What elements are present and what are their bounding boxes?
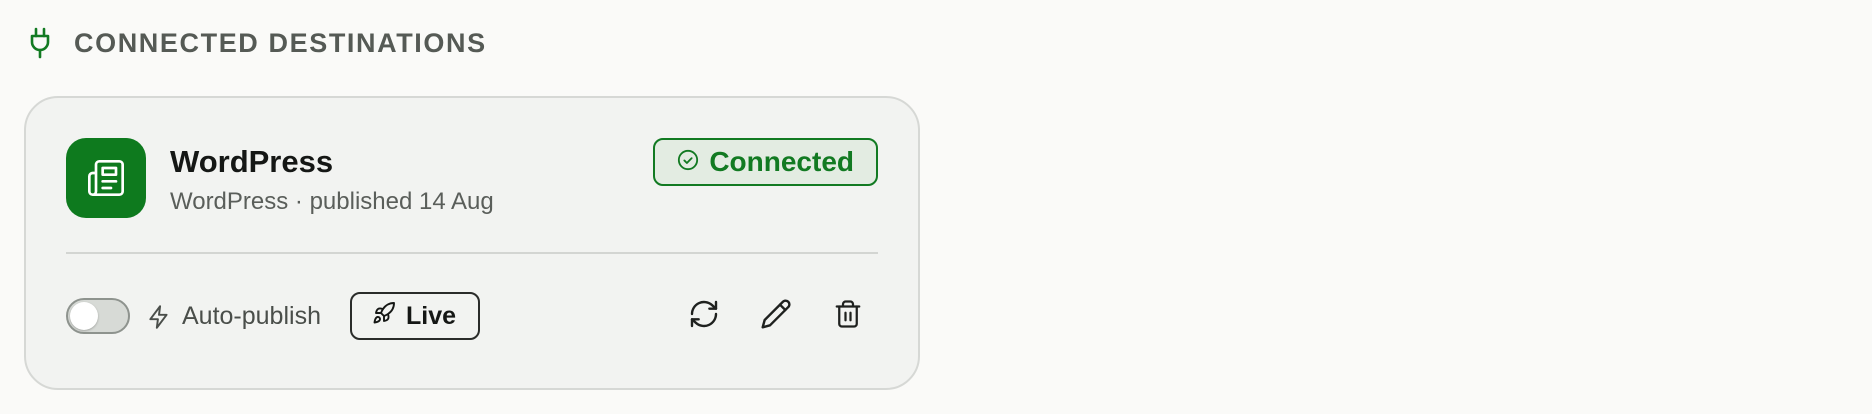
lightning-icon — [146, 302, 174, 332]
refresh-button[interactable] — [684, 296, 724, 336]
edit-button[interactable] — [756, 296, 796, 336]
toggle-knob — [70, 302, 98, 330]
divider — [66, 252, 878, 254]
auto-publish-label: Auto-publish — [182, 302, 321, 330]
pencil-icon — [760, 298, 792, 335]
check-circle-icon — [677, 146, 699, 178]
destination-card: WordPress WordPress · published 14 Aug C… — [24, 96, 920, 390]
live-label: Live — [406, 301, 457, 330]
status-label: Connected — [709, 146, 854, 177]
auto-publish-toggle[interactable] — [66, 298, 130, 334]
plug-icon — [28, 26, 52, 60]
refresh-icon — [688, 298, 720, 335]
destination-meta: WordPress · published 14 Aug — [170, 188, 494, 215]
destination-header: WordPress WordPress · published 14 Aug C… — [66, 138, 878, 218]
section-title: CONNECTED DESTINATIONS — [74, 27, 487, 58]
trash-icon — [833, 298, 863, 335]
destination-controls: Auto-publish Live — [66, 292, 878, 342]
delete-button[interactable] — [828, 296, 868, 336]
newspaper-icon — [66, 138, 146, 218]
status-badge: Connected — [653, 138, 878, 186]
destination-name: WordPress — [170, 144, 334, 179]
live-button[interactable]: Live — [350, 292, 481, 340]
section-header: CONNECTED DESTINATIONS — [28, 26, 487, 60]
rocket-icon — [372, 301, 396, 332]
